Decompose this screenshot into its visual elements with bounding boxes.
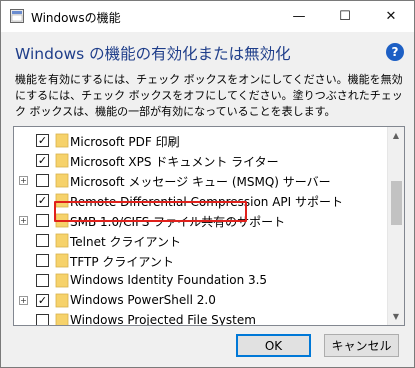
folder-icon [55, 273, 69, 288]
feature-checkbox[interactable]: ✓ [36, 194, 49, 207]
highlight-box [54, 201, 247, 222]
feature-label: Microsoft メッセージ キュー (MSMQ) サーバー [70, 175, 331, 189]
feature-label: Microsoft XPS ドキュメント ライター [70, 155, 279, 169]
folder-icon [55, 173, 69, 188]
folder-icon [55, 313, 69, 325]
minimize-button[interactable]: — [276, 1, 322, 32]
feature-checkbox[interactable] [36, 214, 49, 227]
feature-checkbox[interactable]: ✓ [36, 134, 49, 147]
feature-checkbox[interactable] [36, 274, 49, 287]
scroll-thumb[interactable] [391, 181, 402, 225]
feature-checkbox[interactable] [36, 314, 49, 325]
scroll-down-arrow-icon[interactable]: ▼ [388, 308, 404, 325]
feature-row[interactable]: + Microsoft メッセージ キュー (MSMQ) サーバー [14, 171, 388, 191]
folder-icon [55, 293, 69, 308]
feature-label: Telnet クライアント [70, 235, 182, 249]
maximize-button[interactable]: ☐ [322, 1, 368, 32]
feature-label: Windows Projected File System [70, 313, 256, 326]
features-tree[interactable]: ✓ Microsoft PDF 印刷 ✓ Microsoft XPS ドキュメント ラ… [13, 126, 405, 326]
feature-row[interactable]: + ✓ Windows PowerShell 2.0 [14, 291, 388, 311]
feature-checkbox[interactable] [36, 174, 49, 187]
windows-features-dialog: Windowsの機能 — ☐ ✕ Windows の機能の有効化または無効化 ?… [0, 0, 415, 368]
feature-row[interactable]: Windows Projected File System [14, 311, 388, 326]
feature-label: TFTP クライアント [70, 255, 174, 269]
window-title: Windowsの機能 [31, 11, 121, 25]
expand-plus-icon[interactable]: + [19, 176, 28, 185]
page-title: Windows の機能の有効化または無効化 [15, 45, 291, 63]
feature-label: Windows PowerShell 2.0 [70, 293, 216, 307]
feature-checkbox[interactable] [36, 254, 49, 267]
help-icon[interactable]: ? [386, 43, 404, 61]
feature-row[interactable]: Windows Identity Foundation 3.5 [14, 271, 388, 291]
folder-icon [55, 133, 69, 148]
cancel-button[interactable]: キャンセル [324, 334, 399, 357]
scroll-up-arrow-icon[interactable]: ▲ [388, 127, 404, 144]
folder-icon [55, 233, 69, 248]
feature-row[interactable]: Telnet クライアント [14, 231, 388, 251]
feature-row[interactable]: ✓ Microsoft PDF 印刷 [14, 131, 388, 151]
feature-checkbox[interactable]: ✓ [36, 154, 49, 167]
expand-plus-icon[interactable]: + [19, 216, 28, 225]
expand-plus-icon[interactable]: + [19, 296, 28, 305]
feature-row[interactable]: ✓ Microsoft XPS ドキュメント ライター [14, 151, 388, 171]
feature-label: Microsoft PDF 印刷 [70, 135, 180, 149]
feature-label: Windows Identity Foundation 3.5 [70, 273, 268, 287]
folder-icon [55, 153, 69, 168]
feature-row[interactable]: TFTP クライアント [14, 251, 388, 271]
folder-icon [55, 253, 69, 268]
description-text: 機能を有効にするには、チェック ボックスをオンにしてください。機能を無効にするに… [15, 73, 403, 118]
windows-features-app-icon [10, 9, 24, 23]
title-bar: Windowsの機能 — ☐ ✕ [1, 1, 414, 32]
ok-button[interactable]: OK [236, 334, 311, 357]
vertical-scrollbar[interactable]: ▲ ▼ [387, 127, 404, 325]
close-button[interactable]: ✕ [368, 1, 414, 32]
feature-checkbox[interactable] [36, 234, 49, 247]
feature-checkbox[interactable]: ✓ [36, 294, 49, 307]
